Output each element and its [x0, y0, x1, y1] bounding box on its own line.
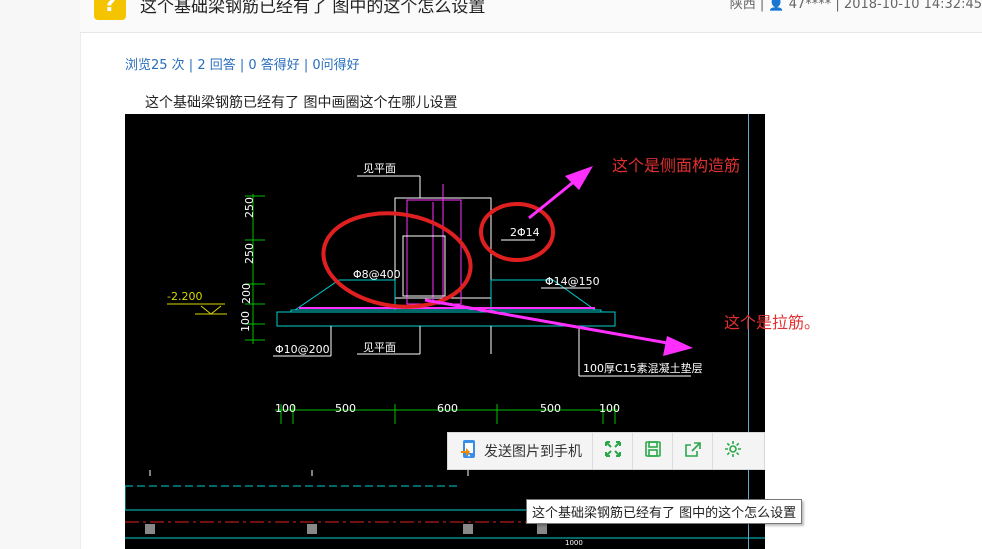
save-icon — [644, 440, 662, 462]
share-icon — [684, 440, 702, 462]
left-gutter — [0, 0, 81, 549]
dim-200: 200 — [240, 283, 253, 304]
width-500b: 500 — [540, 402, 561, 415]
question-title: 这个基础梁钢筋已经有了 图中的这个怎么设置 — [140, 0, 486, 17]
send-to-phone-label: 发送图片到手机 — [484, 444, 582, 460]
cad-drawing-svg: 250 250 200 100 -2.200 见平面 Φ8@400 2Φ14 Φ… — [125, 162, 765, 547]
elevation-label: -2.200 — [167, 290, 202, 303]
annotation-side-rebar: 这个是侧面构造筋 — [612, 156, 741, 175]
fullscreen-icon — [604, 440, 622, 462]
top-note: 见平面 — [363, 162, 396, 175]
dim-100: 100 — [239, 311, 252, 332]
width-500a: 500 — [335, 402, 356, 415]
dim-250a: 250 — [243, 197, 256, 218]
phone-icon — [460, 439, 478, 463]
question-meta: 陕西 | 👤 47**** | 2018-10-10 14:32:45 — [729, 0, 982, 12]
width-600: 600 — [437, 402, 458, 415]
dim-250b: 250 — [243, 243, 256, 264]
save-button[interactable] — [633, 433, 673, 469]
side-rebar-label: 2Φ14 — [510, 226, 540, 239]
question-icon: ? — [94, 0, 126, 20]
question-stats[interactable]: 浏览25 次 | 2 回答 | 0 答得好 | 0问得好 — [125, 54, 360, 73]
question-description: 这个基础梁钢筋已经有了 图中画圈这个在哪儿设置 — [145, 95, 458, 111]
settings-icon — [724, 440, 742, 462]
cad-drawing-image[interactable]: 250 250 200 100 -2.200 见平面 Φ8@400 2Φ14 Φ… — [125, 114, 765, 549]
send-to-phone-button[interactable]: 发送图片到手机 — [448, 433, 593, 469]
bottom-note: 见平面 — [363, 341, 396, 354]
cushion-label: 100厚C15素混凝土垫层 — [583, 361, 703, 375]
question-header: ? 这个基础梁钢筋已经有了 图中的这个怎么设置 陕西 | 👤 47**** | … — [80, 0, 982, 33]
settings-button[interactable] — [713, 433, 752, 469]
fullscreen-button[interactable] — [593, 433, 633, 469]
annotation-tie-rebar: 这个是拉筋。 — [724, 313, 821, 332]
share-button[interactable] — [673, 433, 713, 469]
width-100a: 100 — [275, 402, 296, 415]
stirrup-label: Φ8@400 — [353, 268, 401, 281]
bottom-rebar-label: Φ10@200 — [275, 343, 330, 356]
tie-rebar-label: Φ14@150 — [545, 275, 600, 288]
image-toolbar: 发送图片到手机 — [447, 432, 765, 470]
image-tooltip: 这个基础梁钢筋已经有了 图中的这个怎么设置 — [526, 499, 803, 524]
width-100b: 100 — [599, 402, 620, 415]
bottom-dim-1000: 1000 — [565, 539, 583, 547]
